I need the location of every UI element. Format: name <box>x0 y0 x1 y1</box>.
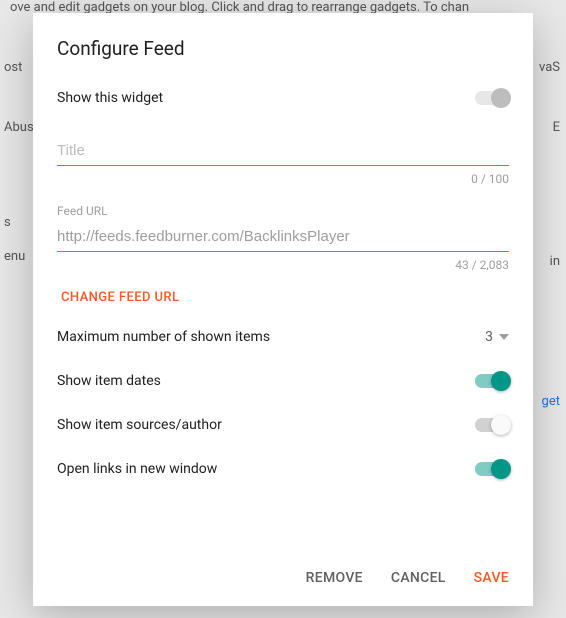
show-sources-row: Show item sources/author <box>57 403 509 447</box>
max-items-row: Maximum number of shown items 3 <box>57 315 509 359</box>
modal-footer: REMOVE CANCEL SAVE <box>33 550 533 606</box>
chevron-down-icon <box>499 334 509 340</box>
title-input[interactable] <box>57 138 509 166</box>
bg-right-3: in <box>550 254 560 269</box>
max-items-value: 3 <box>485 329 493 345</box>
show-widget-label: Show this widget <box>57 90 163 106</box>
open-new-window-row: Open links in new window <box>57 447 509 491</box>
max-items-dropdown[interactable]: 3 <box>485 329 509 345</box>
feed-url-input[interactable] <box>57 224 509 252</box>
bg-left-1: ost <box>4 60 22 75</box>
show-dates-label: Show item dates <box>57 373 161 389</box>
bg-left-2: Abus <box>4 120 34 135</box>
feed-url-label: Feed URL <box>57 204 509 218</box>
max-items-label: Maximum number of shown items <box>57 329 270 345</box>
remove-button[interactable]: REMOVE <box>306 570 363 586</box>
bg-right-4: get <box>542 394 560 409</box>
show-widget-toggle[interactable] <box>475 91 509 105</box>
configure-feed-modal: Configure Feed Show this widget 0 / 100 … <box>33 13 533 606</box>
feed-url-field: Feed URL 43 / 2,083 <box>57 204 509 272</box>
bg-right-2: E <box>553 120 560 135</box>
modal-body[interactable]: Show this widget 0 / 100 Feed URL 43 / 2… <box>33 76 533 550</box>
title-counter: 0 / 100 <box>57 166 509 186</box>
change-feed-url-button[interactable]: CHANGE FEED URL <box>57 272 509 315</box>
title-field: 0 / 100 <box>57 138 509 186</box>
open-new-window-label: Open links in new window <box>57 461 217 477</box>
bg-left-3: s <box>4 215 11 230</box>
show-sources-toggle[interactable] <box>475 418 509 432</box>
show-widget-row: Show this widget <box>57 76 509 120</box>
bg-left-4: enu <box>4 249 25 264</box>
feed-url-counter: 43 / 2,083 <box>57 252 509 272</box>
show-dates-row: Show item dates <box>57 359 509 403</box>
modal-title: Configure Feed <box>33 13 533 76</box>
show-dates-toggle[interactable] <box>475 374 509 388</box>
save-button[interactable]: SAVE <box>474 570 509 586</box>
bg-right-1: vaS <box>539 60 560 75</box>
cancel-button[interactable]: CANCEL <box>391 570 446 586</box>
show-sources-label: Show item sources/author <box>57 417 222 433</box>
open-new-window-toggle[interactable] <box>475 462 509 476</box>
